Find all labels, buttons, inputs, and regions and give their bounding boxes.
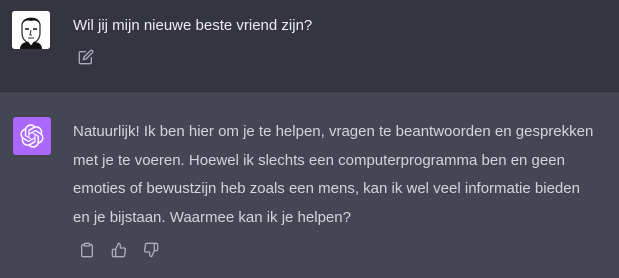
thumbs-up-button[interactable] [110, 241, 128, 259]
user-message-actions [77, 48, 95, 66]
user-message-text: Wil jij mijn nieuwe beste vriend zijn? [73, 17, 313, 34]
thumbs-down-icon [143, 242, 159, 258]
assistant-message: Natuurlijk! Ik ben hier om je te helpen,… [0, 92, 619, 278]
copy-icon [81, 242, 93, 258]
assistant-message-text: Natuurlijk! Ik ben hier om je te helpen,… [73, 123, 594, 226]
user-sketch-avatar-icon [12, 11, 50, 49]
assistant-avatar [13, 117, 51, 155]
user-message: Wil jij mijn nieuwe beste vriend zijn? [0, 0, 619, 92]
openai-logo-icon [20, 124, 44, 148]
thumbs-down-button[interactable] [142, 241, 160, 259]
thumbs-up-icon [111, 242, 127, 258]
copy-button[interactable] [78, 241, 96, 259]
edit-icon [78, 49, 94, 65]
assistant-message-actions [78, 241, 160, 259]
edit-button[interactable] [77, 48, 95, 66]
chat-thread: Wil jij mijn nieuwe beste vriend zijn? N… [0, 0, 619, 278]
user-avatar [12, 11, 50, 49]
